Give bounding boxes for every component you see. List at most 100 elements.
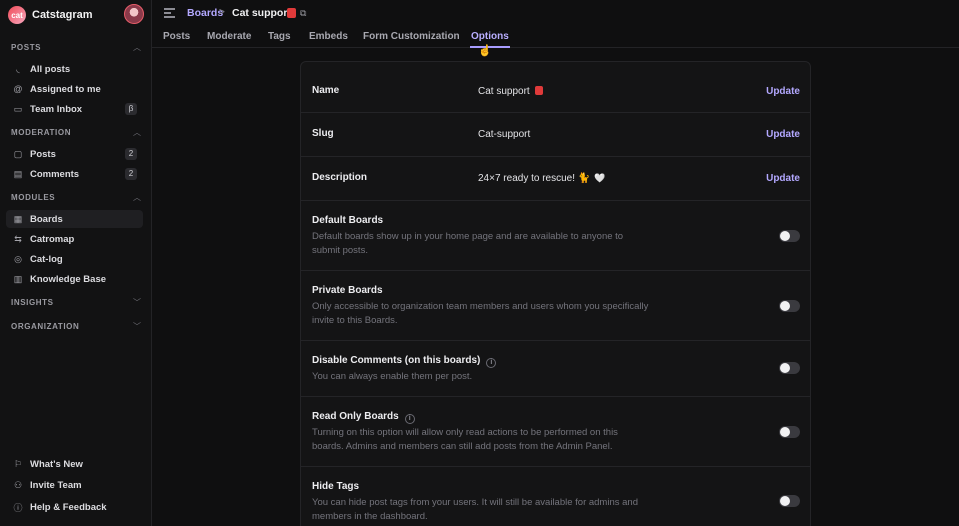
chevron-up-icon: ︿ <box>133 127 141 137</box>
sidebar-item-assigned-to-me[interactable]: @ Assigned to me <box>6 80 143 98</box>
sidebar-item-whats-new[interactable]: ⚐ What's New <box>6 455 143 473</box>
option-label: Description <box>312 172 368 183</box>
info-icon[interactable]: i <box>404 414 415 424</box>
option-row-read-only: Read Only Boards i Turning on this option… <box>301 397 810 467</box>
megaphone-icon: ⚐ <box>13 458 23 469</box>
update-slug-button[interactable]: Update <box>766 129 800 140</box>
sidebar-item-label: Boards <box>30 213 63 225</box>
user-plus-icon: ⚇ <box>13 479 23 490</box>
option-row-private-boards: Private Boards Only accessible to organi… <box>301 271 810 341</box>
option-label: Disable Comments (on this boards) i <box>312 355 497 368</box>
options-panel: Name Cat support Update Slug Cat-support… <box>300 61 811 526</box>
update-name-button[interactable]: Update <box>766 86 800 97</box>
sidebar-item-team-inbox[interactable]: ▭ Team Inbox β <box>6 100 143 118</box>
sidebar-item-boards[interactable]: ▦ Boards <box>6 210 143 228</box>
at-icon: @ <box>13 84 23 94</box>
sidebar-item-catromap[interactable]: ⇆ Catromap <box>6 230 143 248</box>
count-badge: 2 <box>125 148 137 160</box>
tab-moderate[interactable]: Moderate <box>207 31 251 42</box>
beta-badge: β <box>125 103 137 115</box>
option-label: Private Boards <box>312 285 383 296</box>
breadcrumb-separator: > <box>219 7 225 18</box>
comment-icon: ▤ <box>13 168 23 179</box>
section-title-posts: POSTS <box>11 42 42 52</box>
sidebar-item-help-feedback[interactable]: ⓘ Help & Feedback <box>6 498 143 516</box>
option-description: Turning on this option will allow only r… <box>312 427 618 452</box>
roadmap-icon: ⇆ <box>14 233 22 244</box>
sidebar-item-label: Help & Feedback <box>30 501 107 513</box>
breadcrumb-board-name: Cat support <box>232 7 291 19</box>
sidebar-item-label: What's New <box>30 458 83 470</box>
external-link-icon[interactable]: ⧉ <box>300 8 306 19</box>
hide-tags-toggle[interactable] <box>779 495 800 507</box>
option-label: Hide Tags <box>312 481 360 492</box>
section-organization[interactable]: ORGANIZATION ﹀ <box>11 319 141 333</box>
sidebar-item-label: Knowledge Base <box>30 273 107 285</box>
sidebar: cat Catstagram POSTS ︿ ◟ All posts @ Ass… <box>0 0 152 526</box>
inbox-icon: ▭ <box>13 103 23 114</box>
section-moderation[interactable]: MODERATION ︿ <box>11 125 141 139</box>
option-label: Read Only Boards i <box>312 411 415 424</box>
option-description: Only accessible to organization team mem… <box>312 301 649 326</box>
sidebar-item-label: Team Inbox <box>30 103 83 115</box>
chevron-down-icon: ﹀ <box>133 297 141 307</box>
option-label: Slug <box>312 128 334 139</box>
tab-options[interactable]: Options <box>471 31 509 42</box>
rss-icon: ◟ <box>16 63 20 74</box>
tab-tags[interactable]: Tags <box>268 31 291 42</box>
option-label: Default Boards <box>312 215 384 226</box>
update-description-button[interactable]: Update <box>766 173 800 184</box>
option-row-default-boards: Default Boards Default boards show up in… <box>301 201 810 271</box>
chevron-up-icon: ︿ <box>133 42 141 52</box>
tab-posts[interactable]: Posts <box>163 31 190 42</box>
option-row-slug: Slug Cat-support Update <box>301 113 810 157</box>
board-emoji-icon <box>534 86 543 95</box>
sidebar-item-all-posts[interactable]: ◟ All posts <box>6 60 143 78</box>
option-row-hide-tags: Hide Tags You can hide post tags from yo… <box>301 467 810 526</box>
option-row-disable-comments: Disable Comments (on this boards) i You c… <box>301 341 810 397</box>
option-row-description: Description 24×7 ready to rescue! 🐈 🤍 Upd… <box>301 157 810 201</box>
read-only-toggle[interactable] <box>779 426 800 438</box>
default-boards-toggle[interactable] <box>779 230 800 242</box>
mouse-cursor-icon: ☝ <box>478 45 492 57</box>
brand[interactable]: cat Catstagram <box>8 5 93 25</box>
sidebar-item-moderation-comments[interactable]: ▤ Comments 2 <box>6 165 143 183</box>
section-insights[interactable]: INSIGHTS ﹀ <box>11 295 141 309</box>
sidebar-item-knowledge-base[interactable]: ▥ Knowledge Base <box>6 270 143 288</box>
option-label: Name <box>312 85 340 96</box>
board-emoji-icon <box>287 8 296 18</box>
section-modules[interactable]: MODULES ︿ <box>11 190 141 204</box>
sidebar-item-label: Posts <box>30 148 56 160</box>
disable-comments-toggle[interactable] <box>779 362 800 374</box>
tab-form-customization[interactable]: Form Customization <box>363 31 460 42</box>
board-name-value: Cat support <box>478 86 543 97</box>
sidebar-item-label: Assigned to me <box>30 83 101 95</box>
private-boards-toggle[interactable] <box>779 300 800 312</box>
sidebar-item-cat-log[interactable]: ◎ Cat-log <box>6 250 143 268</box>
changelog-icon: ◎ <box>14 253 22 264</box>
help-icon: ⓘ <box>13 502 23 513</box>
catstagram-logo: cat <box>8 6 26 24</box>
info-icon[interactable]: i <box>486 358 497 368</box>
option-description: You can hide post tags from your users. … <box>312 497 638 522</box>
sidebar-item-label: Invite Team <box>30 479 82 491</box>
app-name: Catstagram <box>32 9 93 21</box>
section-posts[interactable]: POSTS ︿ <box>11 40 141 54</box>
sidebar-item-label: All posts <box>30 63 71 75</box>
breadcrumb-boards[interactable]: Boards <box>187 7 223 19</box>
tab-embeds[interactable]: Embeds <box>309 31 348 42</box>
user-avatar[interactable] <box>124 4 144 24</box>
sidebar-item-moderation-posts[interactable]: ▢ Posts 2 <box>6 145 143 163</box>
section-title-modules: MODULES <box>11 192 56 202</box>
option-description: You can always enable them per post. <box>312 371 473 382</box>
board-description-value: 24×7 ready to rescue! 🐈 🤍 <box>478 173 606 184</box>
heart-icon: 🤍 <box>594 173 606 183</box>
count-badge: 2 <box>125 168 137 180</box>
sidebar-item-label: Catromap <box>30 233 75 245</box>
board-slug-value: Cat-support <box>478 129 531 140</box>
section-title-moderation: MODERATION <box>11 127 72 137</box>
tab-bar: Posts Moderate Tags Embeds Form Customiz… <box>152 26 959 48</box>
sidebar-toggle-icon[interactable] <box>164 8 175 18</box>
sidebar-item-invite-team[interactable]: ⚇ Invite Team <box>6 476 143 494</box>
section-title-organization: ORGANIZATION <box>11 321 80 331</box>
